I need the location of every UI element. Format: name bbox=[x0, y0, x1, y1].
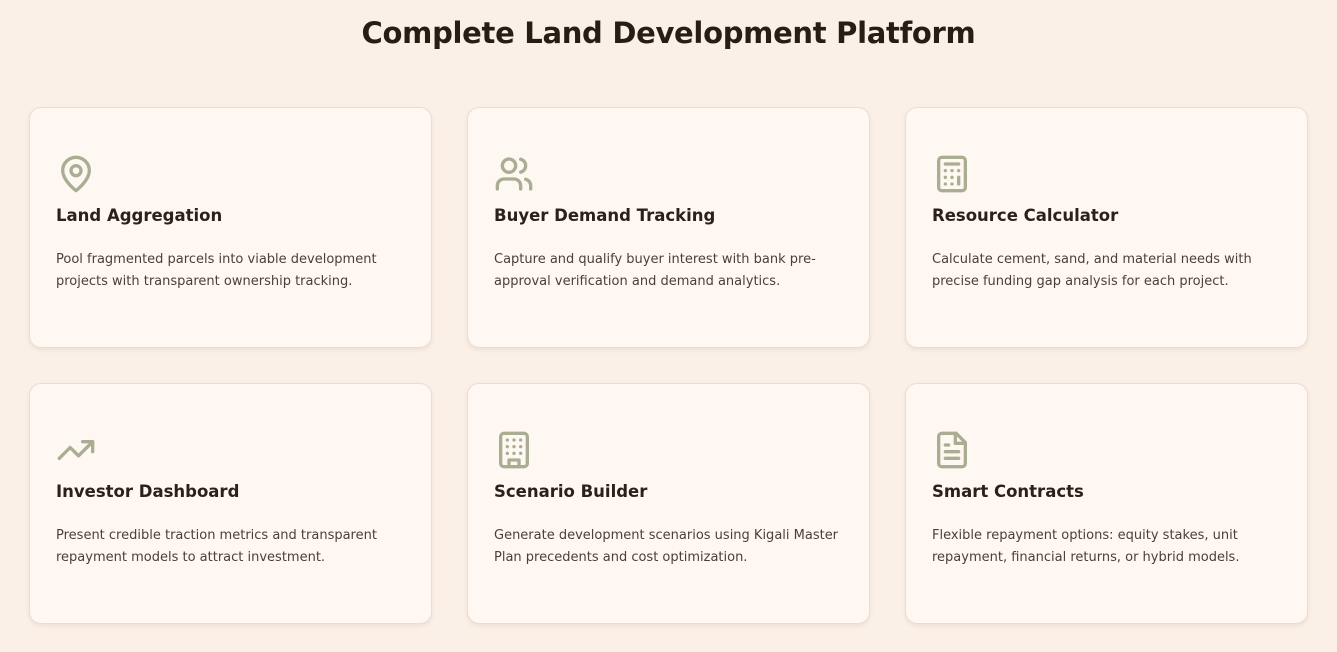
feature-title: Land Aggregation bbox=[56, 206, 223, 225]
feature-card-scenario-builder: Scenario Builder Generate development sc… bbox=[467, 383, 870, 624]
feature-description: Flexible repayment options: equity stake… bbox=[932, 528, 1240, 565]
calculator-icon bbox=[932, 154, 972, 194]
feature-title: Resource Calculator bbox=[932, 206, 1119, 225]
feature-card-resource-calculator: Resource Calculator Calculate cement, sa… bbox=[905, 107, 1308, 348]
feature-card-smart-contracts: Smart Contracts Flexible repayment optio… bbox=[905, 383, 1308, 624]
trending-up-icon bbox=[56, 430, 96, 470]
page-title: Complete Land Development Platform bbox=[361, 16, 976, 50]
feature-description: Capture and qualify buyer interest with … bbox=[494, 252, 816, 289]
feature-card-investor-dashboard: Investor Dashboard Present credible trac… bbox=[29, 383, 432, 624]
feature-title: Investor Dashboard bbox=[56, 482, 240, 501]
feature-description: Calculate cement, sand, and material nee… bbox=[932, 252, 1252, 289]
feature-description: Present credible traction metrics and tr… bbox=[56, 528, 377, 565]
feature-title: Smart Contracts bbox=[932, 482, 1084, 501]
map-pin-icon bbox=[56, 154, 96, 194]
feature-card-buyer-demand-tracking: Buyer Demand Tracking Capture and qualif… bbox=[467, 107, 870, 348]
file-text-icon bbox=[932, 430, 972, 470]
feature-title: Buyer Demand Tracking bbox=[494, 206, 716, 225]
building-icon bbox=[494, 430, 534, 470]
feature-description: Generate development scenarios using Kig… bbox=[494, 528, 839, 565]
features-grid: Land Aggregation Pool fragmented parcels… bbox=[29, 107, 1308, 624]
feature-card-land-aggregation: Land Aggregation Pool fragmented parcels… bbox=[29, 107, 432, 348]
feature-description: Pool fragmented parcels into viable deve… bbox=[56, 252, 377, 289]
users-icon bbox=[494, 154, 534, 194]
feature-title: Scenario Builder bbox=[494, 482, 648, 501]
